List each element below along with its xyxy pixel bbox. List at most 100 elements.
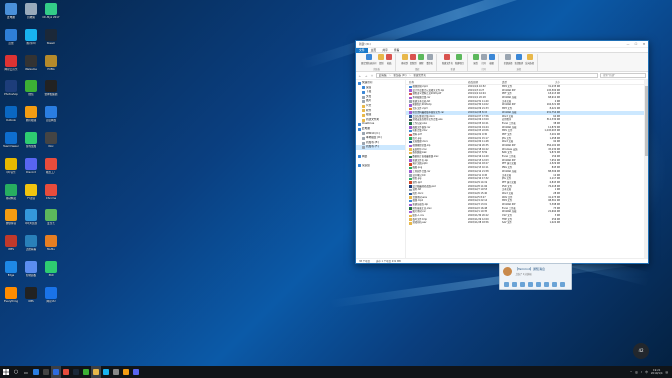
action-icon[interactable]: [520, 282, 525, 287]
desktop-icon[interactable]: 此电脑: [0, 2, 22, 26]
task-view-icon[interactable]: ▭: [21, 366, 31, 378]
action-icon[interactable]: [512, 282, 517, 287]
desktop-icon[interactable]: 腾讯视频: [20, 105, 42, 129]
ribbon-button[interactable]: 固定到快速访问: [361, 54, 376, 65]
chevron-up-icon[interactable]: ^: [630, 371, 632, 374]
column-date[interactable]: 修改日期: [468, 80, 502, 84]
ribbon-button[interactable]: 全部取消: [514, 54, 523, 65]
desktop-icon[interactable]: QQ浏览器: [20, 208, 42, 232]
notification-popup[interactable]: 【Tamrind】通知消息 上线了 1分钟前: [499, 263, 572, 290]
back-icon[interactable]: ←: [358, 74, 362, 78]
desktop-icon[interactable]: QQ音乐: [0, 157, 22, 181]
search-input[interactable]: 搜索"新建": [600, 73, 646, 78]
desktop-icon[interactable]: 雷神加速器: [40, 79, 62, 103]
vertical-scrollbar[interactable]: [644, 80, 648, 258]
column-type[interactable]: 类型: [502, 80, 532, 84]
desktop-icon[interactable]: Steam: [40, 28, 62, 52]
ribbon-button[interactable]: 重命名: [426, 54, 433, 65]
desktop-icon[interactable]: PUBG: [40, 54, 62, 78]
desktop-icon[interactable]: Everything: [0, 286, 22, 310]
desktop-icon[interactable]: 360: [40, 260, 62, 284]
desktop-icon[interactable]: 微信: [20, 79, 42, 103]
tab-share[interactable]: 共享: [379, 48, 391, 53]
nav-item[interactable]: 家庭组: [356, 164, 405, 169]
ribbon-button[interactable]: 新建项目: [455, 54, 464, 65]
desktop-icon[interactable]: 百度网盘: [40, 105, 62, 129]
column-name[interactable]: 名称: [406, 80, 468, 84]
minimize-button[interactable]: —: [624, 42, 632, 46]
network-icon[interactable]: ▥: [635, 371, 637, 374]
ribbon-button[interactable]: 打开: [480, 54, 487, 65]
taskbar-app[interactable]: [81, 366, 91, 378]
ribbon-button[interactable]: 移动到: [401, 54, 408, 65]
tab-view[interactable]: 查看: [391, 48, 403, 53]
desktop-icon[interactable]: YY语音: [20, 183, 42, 207]
action-icon[interactable]: [552, 282, 557, 287]
ribbon-button[interactable]: 删除: [418, 54, 425, 65]
desktop-icon[interactable]: Nox: [40, 131, 62, 155]
taskbar-app[interactable]: [61, 366, 71, 378]
taskbar-app[interactable]: [131, 366, 141, 378]
action-icon[interactable]: [528, 282, 533, 287]
start-button[interactable]: [0, 366, 11, 378]
taskbar-app[interactable]: [101, 366, 111, 378]
desktop-icon[interactable]: Edge: [0, 260, 22, 284]
action-icon[interactable]: [504, 282, 509, 287]
ribbon-button[interactable]: 编辑: [488, 54, 495, 65]
file-row[interactable]: 游戏存档.sav 2018/11/28 18:56 SAV 文件 1,024 KB: [406, 221, 648, 225]
desktop-icon[interactable]: 腾讯QQ: [20, 28, 42, 52]
desktop-icon[interactable]: Oh-Myz 2017: [40, 2, 62, 26]
ribbon-button[interactable]: 复制: [378, 54, 385, 65]
desktop-icon[interactable]: WPS: [0, 234, 22, 258]
ribbon-button[interactable]: 新建文件夹: [442, 54, 453, 65]
taskbar-app[interactable]: [111, 366, 121, 378]
breadcrumb-item[interactable]: 新加卷 (D:): [394, 74, 407, 77]
desktop-icon[interactable]: 迅雷看看: [20, 234, 42, 258]
search-icon[interactable]: ○: [11, 366, 21, 378]
notification-center-icon[interactable]: ▤: [666, 371, 668, 374]
action-icon[interactable]: [536, 282, 541, 287]
scroll-thumb[interactable]: [644, 86, 648, 156]
desktop-icon[interactable]: 爱奇艺: [40, 208, 62, 232]
volume-icon[interactable]: ♪: [641, 371, 643, 374]
input-method[interactable]: 中: [645, 370, 648, 374]
column-size[interactable]: 大小: [532, 80, 562, 84]
desktop-icon[interactable]: 游戏加加: [20, 131, 42, 155]
desktop-icon[interactable]: Chrome: [40, 183, 62, 207]
action-icon[interactable]: [560, 282, 565, 287]
desktop-icon[interactable]: MuMu: [40, 234, 62, 258]
ribbon-button[interactable]: 复制到: [410, 54, 416, 65]
desktop-icon[interactable]: 网易云音乐: [0, 54, 22, 78]
desktop-icon[interactable]: 网易UU: [40, 286, 62, 310]
close-button[interactable]: ✕: [640, 42, 648, 46]
desktop-icon[interactable]: Photoshop: [0, 79, 22, 103]
clock[interactable]: 19:21 2019/1/4: [651, 369, 663, 376]
taskbar-app[interactable]: [91, 366, 101, 378]
tab-file[interactable]: 文件: [356, 47, 368, 53]
up-icon[interactable]: ↑: [370, 74, 374, 78]
ribbon-button[interactable]: 反向选择: [525, 54, 534, 65]
desktop-icon[interactable]: 迅雷: [0, 28, 22, 52]
desktop-icon[interactable]: TeamViewer: [0, 131, 22, 155]
desktop-icon[interactable]: 微软拼音: [0, 208, 22, 232]
desktop-icon[interactable]: 回收站: [20, 2, 42, 26]
breadcrumb-item[interactable]: 新建文件夹: [414, 74, 427, 77]
action-icon[interactable]: [544, 282, 549, 287]
floating-ball[interactable]: 42: [633, 343, 649, 359]
maximize-button[interactable]: ☐: [632, 42, 640, 46]
taskbar-app[interactable]: [31, 366, 41, 378]
desktop-icon[interactable]: Discord: [20, 157, 42, 181]
address-bar[interactable]: 此电脑 › 新加卷 (D:) › 新建文件夹: [376, 73, 598, 78]
desktop-icon[interactable]: OBS: [20, 286, 42, 310]
forward-icon[interactable]: →: [364, 74, 368, 78]
desktop-icon[interactable]: 控制面板: [20, 260, 42, 284]
desktop-icon[interactable]: WeGame: [20, 54, 42, 78]
taskbar-app[interactable]: [71, 366, 81, 378]
ribbon-button[interactable]: 粘贴: [386, 54, 393, 65]
ribbon-button[interactable]: 属性: [472, 54, 479, 65]
ribbon-button[interactable]: 全部选择: [504, 54, 512, 65]
tab-home[interactable]: 主页: [368, 48, 380, 53]
taskbar-app[interactable]: [51, 366, 61, 378]
taskbar-app[interactable]: [41, 366, 51, 378]
taskbar-app[interactable]: [121, 366, 131, 378]
